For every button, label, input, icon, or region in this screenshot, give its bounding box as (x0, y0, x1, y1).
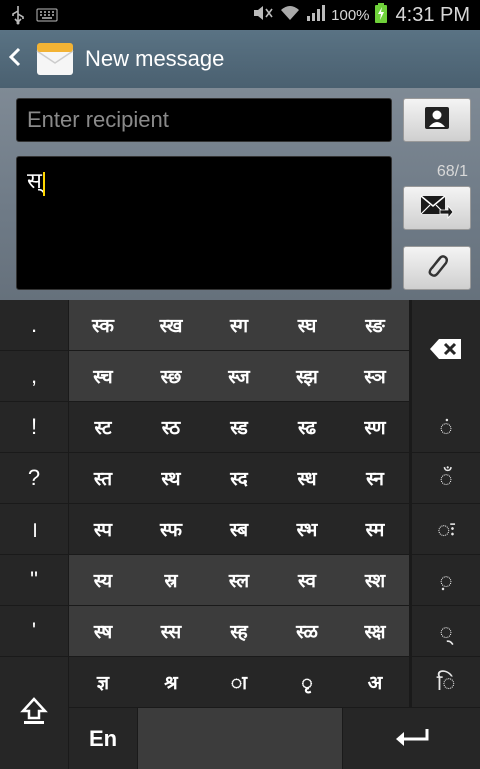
consonant-key[interactable]: स्ष (69, 606, 137, 656)
page-title: New message (85, 46, 225, 71)
consonant-key[interactable]: स्म (341, 504, 409, 554)
consonant-key[interactable]: स्ञ (341, 351, 409, 401)
clock: 4:31 PM (395, 3, 470, 26)
wifi-icon (279, 4, 301, 26)
consonant-key[interactable]: स्ण (341, 402, 409, 452)
consonant-key[interactable]: स्क (69, 300, 137, 350)
keyboard-icon (36, 8, 58, 22)
matra-key[interactable]: ं (412, 402, 480, 452)
consonant-key[interactable]: स्ह (205, 606, 273, 656)
shift-icon (20, 696, 48, 730)
envelope-icon (36, 41, 74, 77)
back-button[interactable] (0, 30, 30, 88)
consonant-key[interactable]: स्ब (205, 504, 273, 554)
send-icon (420, 193, 454, 223)
attach-button[interactable] (403, 246, 471, 290)
matra-key[interactable]: ँ (412, 453, 480, 503)
add-contact-button[interactable] (403, 98, 471, 142)
punctuation-key[interactable]: ! (0, 402, 68, 452)
chevron-left-icon (8, 47, 22, 71)
consonant-key[interactable]: स्ल (205, 555, 273, 605)
action-bar: New message (0, 30, 480, 88)
consonant-key[interactable]: स्ङ (341, 300, 409, 350)
punctuation-key[interactable]: । (0, 504, 68, 554)
language-key[interactable]: En (69, 708, 137, 769)
consonant-key[interactable]: स्ट (69, 402, 137, 452)
punctuation-key[interactable]: , (0, 351, 68, 401)
send-button[interactable] (403, 186, 471, 230)
battery-percent: 100% (331, 6, 370, 24)
usb-icon (10, 5, 26, 25)
consonant-key[interactable]: स्घ (273, 300, 341, 350)
consonant-key[interactable]: स्प (69, 504, 137, 554)
consonant-key[interactable]: स्ज (205, 351, 273, 401)
punctuation-key[interactable]: " (0, 555, 68, 605)
consonant-key[interactable]: स्त (69, 453, 137, 503)
consonant-key[interactable]: स्ग (205, 300, 273, 350)
consonant-key[interactable]: स्ख (137, 300, 205, 350)
consonant-key[interactable]: स्स (137, 606, 205, 656)
consonant-key[interactable]: स्फ (137, 504, 205, 554)
consonant-key[interactable]: ृ (273, 657, 341, 707)
matra-key[interactable]: ः (412, 504, 480, 554)
recipient-field[interactable] (16, 98, 392, 142)
compose-area: स् 68/1 (0, 88, 480, 300)
consonant-key[interactable]: स्ठ (137, 402, 205, 452)
consonant-key[interactable]: स्ळ (273, 606, 341, 656)
backspace-icon (429, 338, 463, 364)
consonant-key[interactable]: स्भ (273, 504, 341, 554)
consonant-key[interactable]: श्र (137, 657, 205, 707)
message-text: स् (27, 169, 42, 194)
consonant-key[interactable]: स्द (205, 453, 273, 503)
consonant-key[interactable]: स्श (341, 555, 409, 605)
consonant-key[interactable]: स्च (69, 351, 137, 401)
consonant-key[interactable]: स्थ (137, 453, 205, 503)
keyboard: En .,!? । " ' स्क स्ख स्ग स्घ स्ङ स्च स्छ स्ज स्झ स्ञ… (0, 300, 480, 769)
mute-icon (252, 4, 274, 26)
status-bar: 100% 4:31 PM (0, 0, 480, 30)
punctuation-key[interactable]: ? (0, 453, 68, 503)
text-caret (42, 171, 45, 196)
space-key[interactable] (138, 708, 342, 769)
message-field[interactable]: स् (16, 156, 392, 290)
punctuation-key[interactable]: ' (0, 606, 68, 656)
signal-icon (306, 4, 326, 26)
consonant-key[interactable]: अ (341, 657, 409, 707)
consonant-key[interactable]: स्ड (205, 402, 273, 452)
battery-charging-icon (374, 3, 387, 27)
consonant-key[interactable]: ज्ञ (69, 657, 137, 707)
consonant-key[interactable]: स्छ (137, 351, 205, 401)
consonant-key[interactable]: स्व (273, 555, 341, 605)
enter-key[interactable] (343, 708, 480, 769)
consonant-key[interactable]: स्य (69, 555, 137, 605)
consonant-key[interactable]: ा (205, 657, 273, 707)
matra-key[interactable]: ि (412, 657, 480, 707)
consonant-key[interactable]: स्ढ (273, 402, 341, 452)
enter-icon (394, 727, 430, 751)
character-counter: 68/1 (436, 163, 468, 180)
punctuation-key[interactable]: . (0, 300, 68, 350)
shift-key[interactable] (0, 657, 68, 769)
contact-icon (424, 106, 450, 134)
matra-key[interactable]: ़ (412, 555, 480, 605)
recipient-input[interactable] (27, 107, 391, 133)
consonant-key[interactable]: स्ध (273, 453, 341, 503)
consonant-key[interactable]: स्न (341, 453, 409, 503)
consonant-key[interactable]: स्र (137, 555, 205, 605)
matra-key[interactable]: ् (412, 606, 480, 656)
paperclip-icon (424, 252, 450, 284)
consonant-key[interactable]: स्क्ष (341, 606, 409, 656)
backspace-key[interactable] (412, 300, 480, 402)
consonant-key[interactable]: स्झ (273, 351, 341, 401)
